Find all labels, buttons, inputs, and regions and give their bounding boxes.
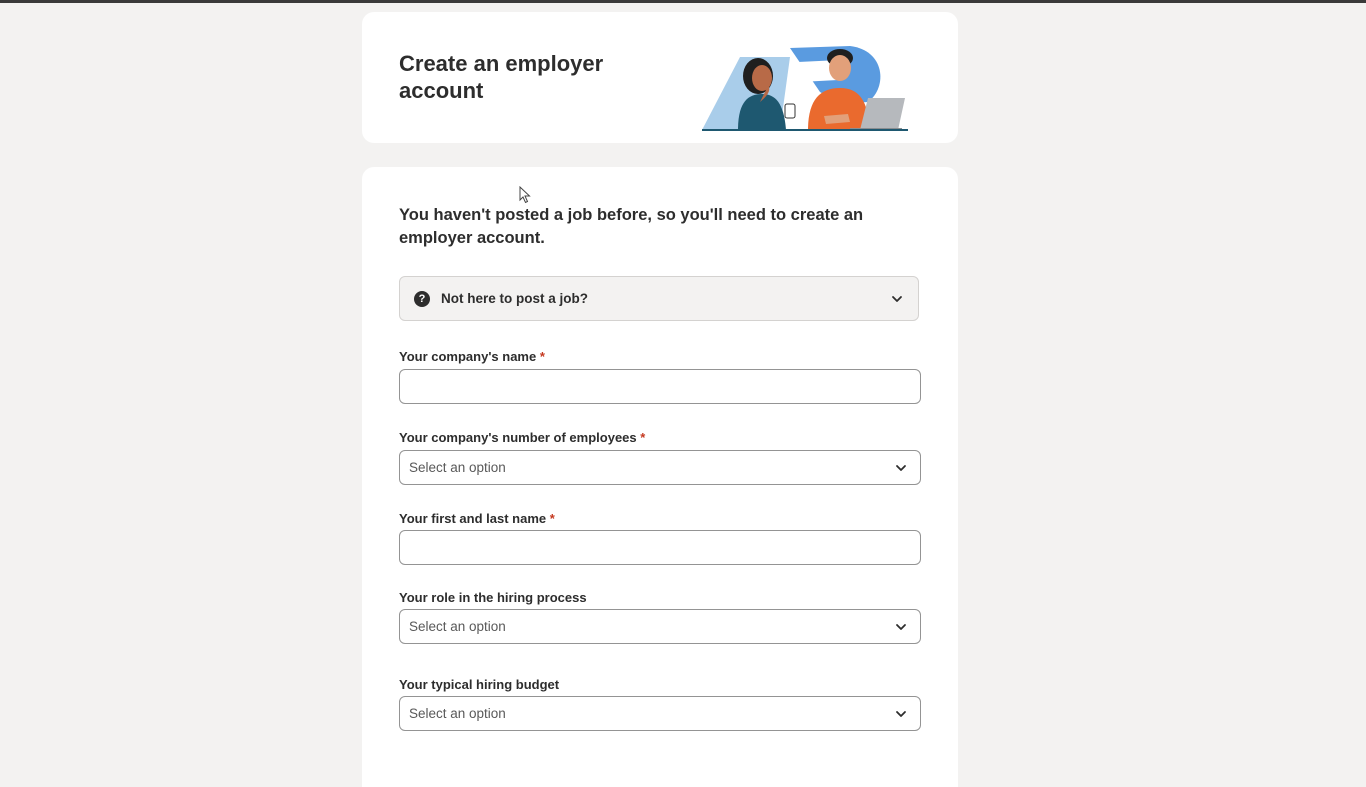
full-name-label-text: Your first and last name (399, 511, 547, 526)
chevron-down-icon (896, 465, 906, 471)
not-here-to-post-accordion[interactable]: ? Not here to post a job? (399, 276, 919, 321)
browser-top-edge (0, 0, 1366, 3)
page-title: Create an employer account (399, 51, 604, 103)
required-marker: * (539, 349, 545, 364)
budget-select[interactable]: Select an option (399, 696, 921, 731)
role-label: Your role in the hiring process (399, 590, 587, 605)
required-marker: * (549, 511, 555, 526)
question-circle-icon: ? (414, 291, 430, 307)
header-card: Create an employer account (362, 12, 958, 143)
chevron-down-icon (892, 296, 902, 302)
employer-form-card: You haven't posted a job before, so you'… (362, 167, 958, 787)
accordion-label: Not here to post a job? (441, 291, 588, 306)
full-name-input[interactable] (399, 530, 921, 565)
role-select-value: Select an option (409, 619, 506, 634)
role-label-text: Your role in the hiring process (399, 590, 587, 605)
company-name-input[interactable] (399, 369, 921, 404)
mouse-cursor-icon (519, 186, 531, 204)
intro-message: You haven't posted a job before, so you'… (399, 206, 864, 247)
required-marker: * (640, 430, 646, 445)
company-name-label-text: Your company's name (399, 349, 537, 364)
company-name-label: Your company's name * (399, 349, 545, 364)
chevron-down-icon (896, 711, 906, 717)
chevron-down-icon (896, 624, 906, 630)
budget-select-value: Select an option (409, 706, 506, 721)
budget-label: Your typical hiring budget (399, 677, 559, 692)
employees-select[interactable]: Select an option (399, 450, 921, 485)
full-name-label: Your first and last name * (399, 511, 555, 526)
people-meeting-illustration (702, 46, 908, 131)
employees-select-value: Select an option (409, 460, 506, 475)
role-select[interactable]: Select an option (399, 609, 921, 644)
employees-label: Your company's number of employees * (399, 430, 645, 445)
employees-label-text: Your company's number of employees (399, 430, 637, 445)
budget-label-text: Your typical hiring budget (399, 677, 560, 692)
